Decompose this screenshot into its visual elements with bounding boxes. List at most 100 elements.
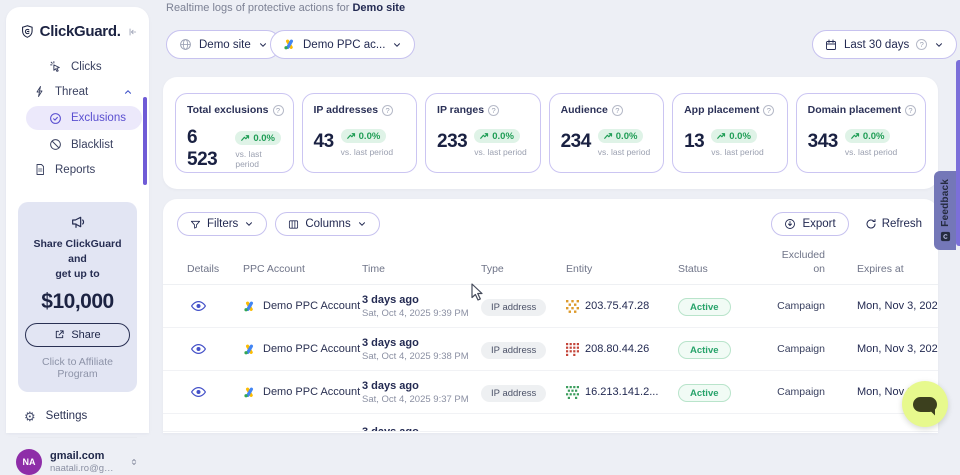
trend-badge: 0.0%	[341, 129, 387, 143]
stat-card-value: 6 523	[187, 127, 228, 171]
date-range-selector[interactable]: Last 30 days ?	[812, 30, 957, 59]
entity-identicon	[566, 386, 579, 399]
user-name: gmail.com	[50, 450, 121, 462]
ppc-account-selector[interactable]: Demo PPC ac...	[270, 30, 415, 59]
collapse-sidebar-icon[interactable]	[127, 25, 137, 39]
view-details-eye-icon[interactable]	[191, 343, 206, 355]
entity-value: 16.213.141.2...	[585, 386, 658, 398]
chevron-down-icon	[934, 40, 944, 50]
refresh-button[interactable]: Refresh	[865, 218, 922, 230]
trend-up-icon	[604, 132, 613, 140]
type-badge: IP address	[481, 299, 546, 316]
trend-up-icon	[717, 132, 726, 140]
chat-launcher-button[interactable]	[902, 381, 948, 427]
sidebar-scrollbar[interactable]	[143, 97, 147, 185]
column-header: Time	[362, 263, 481, 277]
feedback-tab-label: Feedback	[940, 179, 951, 227]
chevron-up-down-icon	[129, 456, 139, 468]
chevron-down-icon	[258, 40, 268, 50]
google-ads-icon	[243, 300, 256, 313]
promo-title-line1: Share ClickGuard and	[25, 237, 130, 267]
chevron-up-icon	[123, 87, 133, 97]
column-header: PPC Account	[243, 263, 362, 277]
sidebar-item-blacklist[interactable]: Blacklist	[6, 132, 149, 157]
columns-icon	[288, 219, 299, 230]
period-label: vs. last period	[235, 149, 283, 169]
info-icon[interactable]: ?	[916, 39, 927, 50]
document-icon	[34, 163, 46, 176]
columns-button-label: Columns	[305, 218, 350, 230]
clickguard-shield-logo-icon	[21, 23, 34, 40]
sidebar-item-reports[interactable]: Reports	[6, 157, 149, 182]
logo: ClickGuard.	[6, 7, 149, 54]
ppc-account-name: Demo PPC Account	[263, 343, 360, 355]
info-icon[interactable]: ?	[382, 105, 393, 116]
calendar-icon	[825, 39, 837, 51]
stat-card-label: IP ranges	[437, 104, 484, 116]
table-row: Demo PPC Account 3 days ago Sat, Oct 4, …	[163, 371, 938, 414]
column-header: Excluded on	[773, 249, 835, 276]
column-header: Status	[678, 263, 773, 277]
sidebar-item-clicks[interactable]: Clicks	[6, 54, 149, 79]
columns-button[interactable]: Columns	[275, 212, 379, 236]
check-circle-icon	[49, 112, 62, 125]
export-button[interactable]: Export	[771, 212, 848, 236]
status-badge: Active	[678, 298, 731, 316]
trend-up-icon	[241, 134, 250, 142]
filters-button[interactable]: Filters	[177, 212, 267, 236]
google-ads-icon	[283, 38, 296, 51]
table-toolbar: Filters Columns Export	[163, 199, 938, 236]
trend-badge: 0.0%	[235, 131, 281, 145]
settings-label: Settings	[46, 410, 88, 422]
view-details-eye-icon[interactable]	[191, 300, 206, 312]
page-scrollbar[interactable]	[956, 60, 960, 246]
sidebar-item-label: Blacklist	[71, 139, 113, 151]
info-icon[interactable]: ?	[612, 105, 623, 116]
type-badge: IP address	[481, 342, 546, 359]
view-details-eye-icon[interactable]	[191, 386, 206, 398]
time-relative: 3 days ago	[362, 337, 481, 349]
trend-badge: 0.0%	[711, 129, 757, 143]
sidebar-item-exclusions[interactable]: Exclusions	[26, 106, 142, 130]
stat-card-label: IP addresses	[314, 104, 379, 116]
excluded-on-value: Campaign	[773, 343, 835, 355]
table-row: Demo PPC Account 3 days ago Sat, Oct 4, …	[163, 285, 938, 328]
info-icon[interactable]: ?	[763, 105, 774, 116]
sidebar-item-settings[interactable]: ⚙ Settings	[24, 410, 149, 423]
stat-card-value: 233	[437, 131, 467, 153]
subtitle-site-name: Demo site	[352, 2, 405, 14]
site-selector[interactable]: Demo site	[166, 30, 281, 59]
ppc-account-selector-label: Demo PPC ac...	[303, 39, 385, 51]
user-email: naatali.ro@gmail.com	[50, 463, 121, 474]
trend-badge: 0.0%	[845, 129, 891, 143]
period-label: vs. last period	[474, 147, 526, 157]
info-icon[interactable]: ?	[905, 105, 916, 116]
mouse-cursor	[471, 283, 484, 302]
stat-card-domain-placement: Domain placement ? 343 0.0% vs. last per…	[796, 93, 926, 173]
refresh-icon	[865, 218, 877, 230]
trend-badge: 0.0%	[598, 129, 644, 143]
date-range-label: Last 30 days	[844, 39, 909, 51]
download-icon	[784, 218, 796, 230]
expires-at-value: Mon, Nov 3, 2025	[835, 343, 938, 355]
speech-bubble-icon	[913, 397, 937, 412]
info-icon[interactable]: ?	[488, 105, 499, 116]
app-title: ClickGuard.	[40, 23, 121, 40]
ppc-account-name: Demo PPC Account	[263, 300, 360, 312]
period-label: vs. last period	[845, 147, 897, 157]
feedback-tab[interactable]: Feedback	[934, 171, 956, 250]
info-icon[interactable]: ?	[273, 105, 284, 116]
share-button[interactable]: Share	[25, 323, 130, 347]
account-switcher[interactable]: NA gmail.com naatali.ro@gmail.com	[16, 449, 139, 475]
column-header: Type	[481, 263, 566, 277]
feedback-logo-icon	[940, 231, 951, 242]
type-badge: IP address	[481, 385, 546, 402]
table-row: Demo PPC Account 3 days ago Sat, Oct 4, …	[163, 328, 938, 371]
affiliate-promo-card[interactable]: Share ClickGuard and get up to $10,000 S…	[18, 202, 137, 392]
ppc-account-name: Demo PPC Account	[263, 386, 360, 398]
ban-icon	[49, 138, 62, 151]
sidebar-item-threat[interactable]: Threat	[6, 79, 149, 104]
google-ads-icon	[243, 343, 256, 356]
sidebar: ClickGuard. Clicks Threat	[6, 7, 149, 433]
expires-at-value: Mon, Nov 3, 2025	[835, 300, 938, 312]
